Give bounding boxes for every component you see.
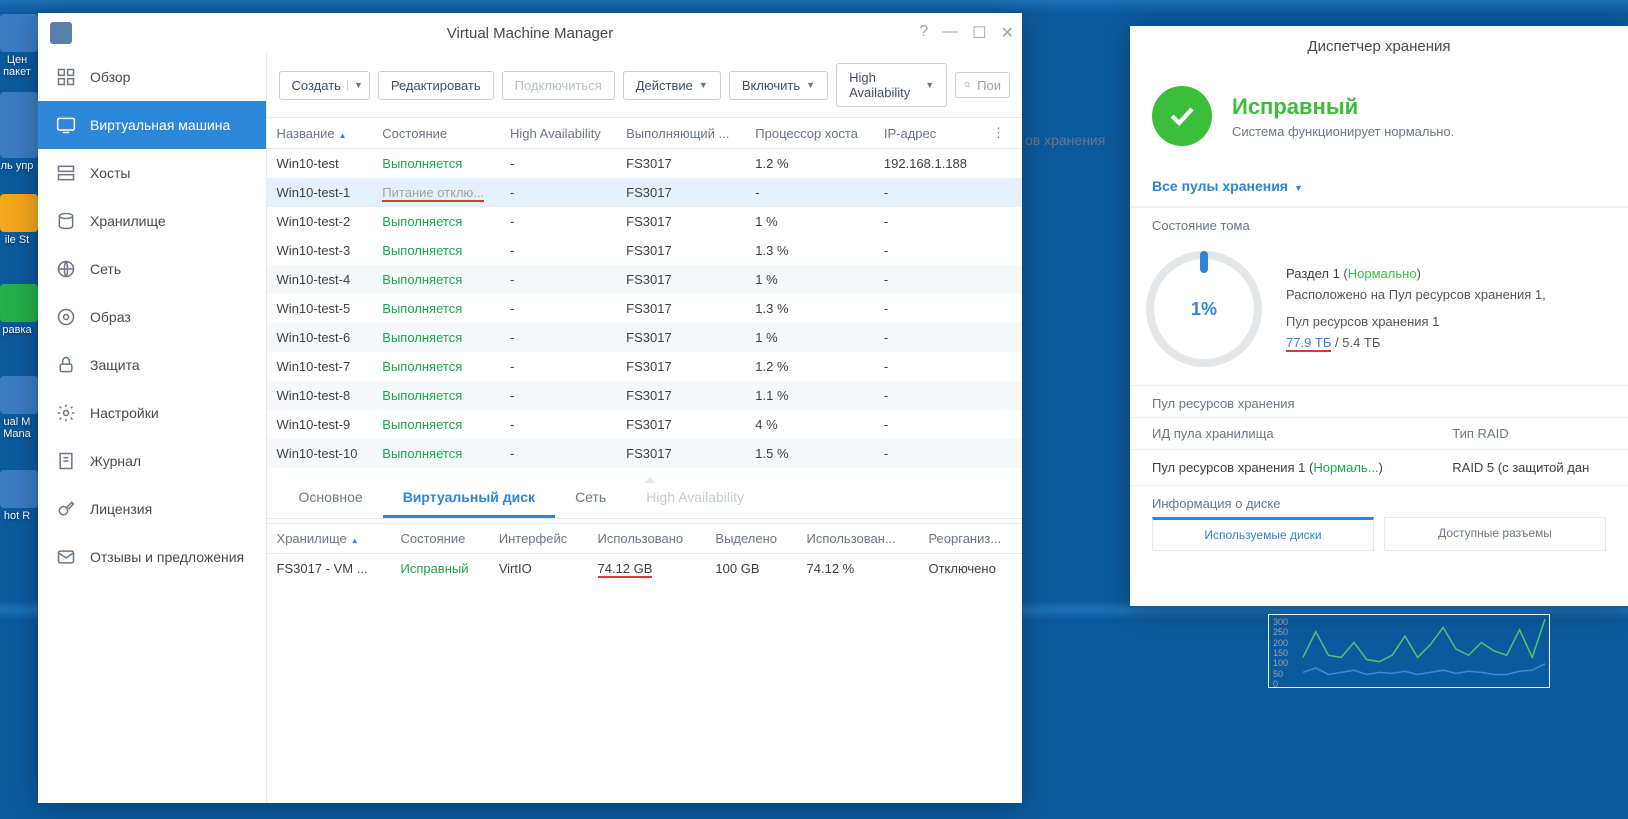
table-row[interactable]: Win10-test-4Выполняется-FS30171 %- [267,265,1022,294]
table-row[interactable]: Win10-test-6Выполняется-FS30171 %- [267,323,1022,352]
detail-tabs: ОсновноеВиртуальный дискСетьHigh Availab… [267,477,1022,519]
network-icon [56,259,76,279]
image-icon [56,307,76,327]
app-icon [50,22,72,44]
desktop-icon[interactable]: ль упр [0,120,34,172]
section-pool: Пул ресурсов хранения [1130,385,1628,417]
overview-icon [56,67,76,87]
close-icon[interactable]: ✕ [1001,23,1014,43]
sidebar-item-hosts[interactable]: Хосты [38,149,266,197]
window-title: Диспетчер хранения [1307,38,1450,55]
table-row[interactable]: Win10-test-9Выполняется-FS30174 %- [267,410,1022,439]
toolbar: Создать▼ Редактировать Подключиться Дейс… [267,53,1022,117]
table-row[interactable]: Win10-test-7Выполняется-FS30171.2 %- [267,352,1022,381]
table-row[interactable]: Win10-test-10Выполняется-FS30171.5 %- [267,439,1022,468]
disk-activity-chart: 300250200150100500 [1268,614,1550,688]
column-header[interactable]: Выделено [705,524,796,554]
settings-icon [56,403,76,423]
health-subtitle: Система функционирует нормально. [1232,124,1454,139]
disk-table: ХранилищеСостояниеИнтерфейсИспользованоВ… [267,523,1022,583]
sidebar-item-storage[interactable]: Хранилище [38,197,266,245]
ha-button[interactable]: High Availability▼ [836,63,947,107]
vm-table: НазваниеСостояниеHigh AvailabilityВыполн… [267,117,1022,468]
column-header[interactable]: Название [267,118,373,149]
column-header[interactable]: IP-адрес [874,118,982,149]
maximize-icon[interactable]: ☐ [972,23,986,43]
health-title: Исправный [1232,94,1454,120]
volume-info: Раздел 1 (Нормально) Расположено на Пул … [1286,264,1546,353]
sidebar-item-settings[interactable]: Настройки [38,389,266,437]
table-row[interactable]: Win10-test-5Выполняется-FS30171.3 %- [267,294,1022,323]
tab-основное[interactable]: Основное [279,477,383,518]
window-vmm: Virtual Machine Manager ? — ☐ ✕ ОбзорВир… [38,13,1022,803]
tab-high-availability: High Availability [626,477,764,518]
tab-used-disks[interactable]: Используемые диски [1152,517,1374,551]
desktop-icon[interactable]: равка [0,284,34,336]
column-header[interactable]: Состояние [372,118,500,149]
table-row[interactable]: Пул ресурсов хранения 1 (Нормаль...) RAI… [1130,450,1628,486]
connect-button: Подключиться [502,71,615,100]
sidebar-item-feedback[interactable]: Отзывы и предложения [38,533,266,581]
health-status: Исправный Система функционирует нормальн… [1130,66,1628,166]
table-row[interactable]: Win10-test-3Выполняется-FS30171.3 %- [267,236,1022,265]
table-row[interactable]: Win10-test-1Питание отклю...-FS3017-- [267,178,1022,207]
column-header[interactable]: High Availability [500,118,616,149]
sidebar-item-image[interactable]: Образ [38,293,266,341]
tab-available-slots[interactable]: Доступные разъемы [1384,517,1606,551]
desktop-icon[interactable]: ile St [0,194,34,246]
column-header[interactable]: Выполняющий ... [616,118,745,149]
help-icon[interactable]: ? [919,23,928,43]
minimize-icon[interactable]: — [942,23,958,43]
search-input[interactable]: Пои [955,72,1010,98]
action-button[interactable]: Действие▼ [623,71,721,100]
pool-dropdown[interactable]: Все пулы хранения▼ [1130,166,1628,207]
sidebar-item-vm[interactable]: Виртуальная машина [38,101,266,149]
column-header[interactable]: Использован... [797,524,919,554]
pool-table: ИД пула хранилищаТип RAID Пул ресурсов х… [1130,417,1628,485]
window-storage-manager: Диспетчер хранения Исправный Система фун… [1130,26,1628,606]
section-disks: Информация о диске [1130,485,1628,517]
vm-icon [56,115,76,135]
tab-сеть[interactable]: Сеть [555,477,626,518]
table-row[interactable]: Win10-test-8Выполняется-FS30171.1 %- [267,381,1022,410]
log-icon [56,451,76,471]
protect-icon [56,355,76,375]
desktop-icon[interactable]: ual MMana [0,376,34,440]
titlebar-vmm[interactable]: Virtual Machine Manager ? — ☐ ✕ [38,13,1022,53]
sidebar-item-license[interactable]: Лицензия [38,485,266,533]
column-header[interactable]: Реорганиз... [918,524,1022,554]
feedback-icon [56,547,76,567]
occluded-text: ов хранения [1025,132,1105,148]
table-row[interactable]: FS3017 - VM ...ИсправныйVirtIO74.12 GB10… [267,554,1022,584]
sidebar: ОбзорВиртуальная машинаХостыХранилищеСет… [38,53,267,803]
desktop-icon[interactable]: hot R [0,470,34,522]
column-header[interactable]: Интерфейс [489,524,588,554]
check-circle-icon [1152,86,1212,146]
column-menu[interactable]: ⋮ [982,118,1022,149]
sidebar-item-overview[interactable]: Обзор [38,53,266,101]
desktop-icon[interactable]: Ценпакет [0,14,34,78]
usage-gauge: 1% [1146,251,1262,367]
license-icon [56,499,76,519]
storage-icon [56,211,76,231]
sidebar-item-protect[interactable]: Защита [38,341,266,389]
column-header[interactable]: Хранилище [267,524,391,554]
sidebar-item-network[interactable]: Сеть [38,245,266,293]
titlebar-sm[interactable]: Диспетчер хранения [1130,26,1628,66]
section-volume: Состояние тома [1130,207,1628,239]
sidebar-item-log[interactable]: Журнал [38,437,266,485]
tab-виртуальный-диск[interactable]: Виртуальный диск [383,477,555,518]
column-header[interactable]: Состояние [390,524,488,554]
edit-button[interactable]: Редактировать [378,71,494,100]
column-header[interactable]: Использовано [588,524,706,554]
table-row[interactable]: Win10-testВыполняется-FS30171.2 %192.168… [267,149,1022,179]
hosts-icon [56,163,76,183]
window-title: Virtual Machine Manager [447,25,613,42]
table-row[interactable]: Win10-test-2Выполняется-FS30171 %- [267,207,1022,236]
search-icon [964,77,971,93]
create-button[interactable]: Создать▼ [279,71,370,100]
power-button[interactable]: Включить▼ [729,71,828,100]
column-header[interactable]: Процессор хоста [745,118,874,149]
